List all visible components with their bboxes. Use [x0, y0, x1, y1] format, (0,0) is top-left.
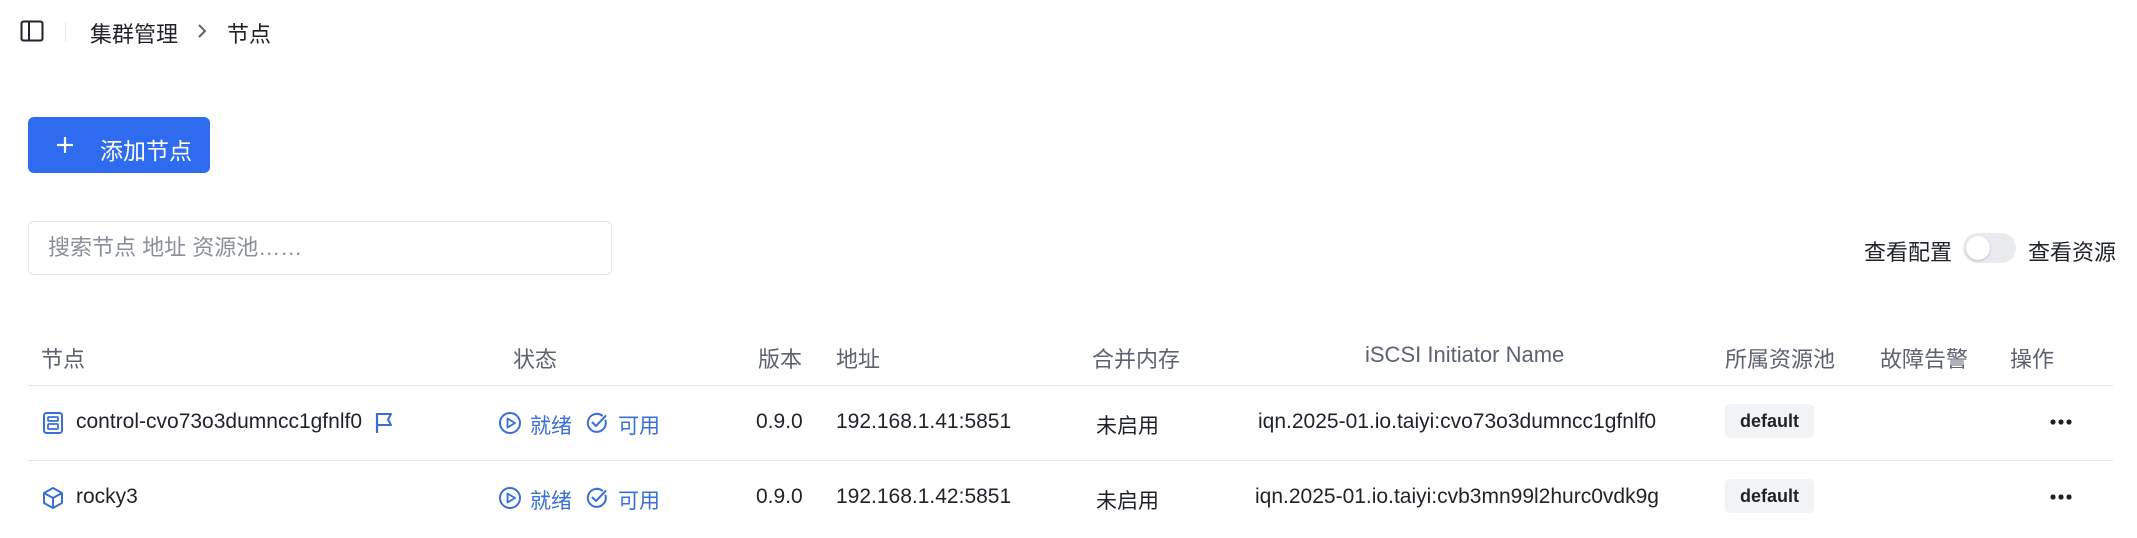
- iscsi-name: iqn.2025-01.io.taiyi:cvb3mn99l2hurc0vdk9…: [1255, 485, 1659, 508]
- header-merge-memory: 合并内存: [1092, 347, 1181, 372]
- status-ready: 就绪: [530, 415, 572, 438]
- status-available: 可用: [618, 490, 660, 513]
- view-mode-toggle[interactable]: [1963, 233, 2016, 263]
- header-action: 操作: [2010, 347, 2055, 372]
- add-node-label: 添加节点: [100, 138, 192, 164]
- view-config-label: 查看配置: [1864, 240, 1953, 265]
- header-node: 节点: [41, 347, 86, 372]
- top-bar: 集群管理 节点: [0, 0, 2137, 62]
- toggle-knob: [1966, 236, 1990, 260]
- header-status: 状态: [513, 347, 558, 372]
- version: 0.9.0: [756, 410, 803, 433]
- pool-badge: default: [1725, 404, 1815, 438]
- breadcrumb-cluster-management[interactable]: 集群管理: [90, 17, 178, 49]
- status-ready: 就绪: [530, 490, 572, 513]
- address: 192.168.1.42:5851: [836, 485, 1012, 508]
- version: 0.9.0: [756, 485, 803, 508]
- play-circle-icon: [499, 487, 521, 509]
- divider: [65, 22, 66, 42]
- table-row: control-cvo73o3dumncc1gfnlf0 就绪 可用 0.9.0…: [28, 386, 2113, 460]
- merge-memory: 未启用: [1096, 415, 1159, 438]
- server-icon: [43, 412, 63, 434]
- search-input[interactable]: [28, 221, 612, 275]
- table-row: rocky3 就绪 可用 0.9.0 192.168.1.42:5851 未启用…: [28, 461, 2113, 535]
- breadcrumb-nodes: 节点: [227, 22, 272, 47]
- header-address: 地址: [836, 347, 881, 372]
- check-circle-icon: [586, 412, 607, 433]
- chevron-right-icon: [198, 24, 207, 38]
- check-circle-icon: [586, 487, 607, 508]
- header-version: 版本: [758, 347, 803, 372]
- header-alarm: 故障告警: [1880, 347, 1969, 372]
- address: 192.168.1.41:5851: [836, 410, 1012, 433]
- plus-icon: [57, 137, 73, 153]
- flag-icon: [375, 413, 392, 433]
- iscsi-name: iqn.2025-01.io.taiyi:cvo73o3dumncc1gfnlf…: [1258, 410, 1657, 433]
- sidebar-toggle-icon[interactable]: [20, 20, 44, 42]
- play-circle-icon: [499, 412, 521, 434]
- more-icon[interactable]: [2046, 485, 2076, 509]
- status-available: 可用: [618, 415, 660, 438]
- cube-icon: [43, 487, 63, 509]
- view-resource-label: 查看资源: [2028, 240, 2117, 265]
- node-name[interactable]: rocky3: [76, 485, 138, 509]
- pool-badge: default: [1725, 479, 1815, 513]
- merge-memory: 未启用: [1096, 490, 1159, 513]
- header-pool: 所属资源池: [1725, 347, 1836, 372]
- add-node-button[interactable]: 添加节点: [28, 117, 210, 173]
- header-iscsi: iSCSI Initiator Name: [1365, 342, 1565, 367]
- more-icon[interactable]: [2046, 410, 2076, 434]
- node-name[interactable]: control-cvo73o3dumncc1gfnlf0: [76, 410, 362, 434]
